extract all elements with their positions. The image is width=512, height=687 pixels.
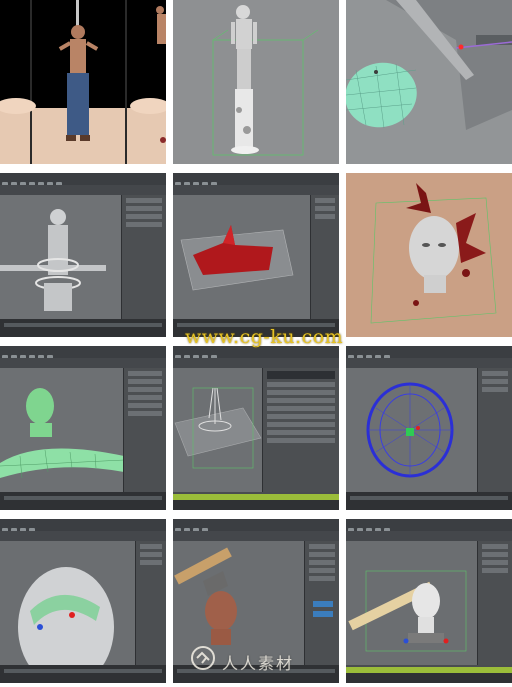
blue-head-wire-image xyxy=(346,368,478,492)
attribute-panel[interactable] xyxy=(477,368,512,492)
bat-head-image xyxy=(346,541,478,665)
red-fluid-image xyxy=(173,195,311,319)
shelf-bar xyxy=(346,358,512,368)
tile-arm-wireframe-close[interactable] xyxy=(346,0,512,164)
site-watermark: www.cg-ku.com xyxy=(185,326,344,348)
sim-body-falling-image xyxy=(173,0,339,164)
shelf-bar xyxy=(173,531,339,541)
viewport[interactable] xyxy=(346,368,478,492)
shelf-bar xyxy=(173,358,339,368)
timeline[interactable] xyxy=(0,319,166,337)
green-body-image xyxy=(0,368,125,492)
viewport[interactable] xyxy=(346,541,478,665)
arm-wireframe-image xyxy=(346,0,512,164)
timeline[interactable] xyxy=(0,665,166,683)
tile-maya-red-fluid[interactable] xyxy=(173,173,339,337)
shelf-bar xyxy=(0,185,166,195)
tile-sim-body-falling[interactable] xyxy=(173,0,339,164)
viewport[interactable] xyxy=(0,195,122,319)
tile-render-head-splash[interactable] xyxy=(346,173,512,337)
shelf-bar xyxy=(346,531,512,541)
timeline[interactable] xyxy=(346,492,512,510)
tile-maya-bat-head[interactable] xyxy=(346,519,512,683)
tile-maya-blue-head-wire[interactable] xyxy=(346,346,512,510)
shelf-bar xyxy=(0,358,166,368)
fluid-emitter-image xyxy=(173,368,263,492)
tile-maya-green-body[interactable] xyxy=(0,346,166,510)
tile-maya-fluid-panel[interactable] xyxy=(173,346,339,510)
bald-head-image xyxy=(0,541,136,683)
timeline[interactable] xyxy=(173,500,339,510)
apply-button[interactable] xyxy=(313,601,333,607)
body-chains-image xyxy=(0,195,122,319)
viewport[interactable] xyxy=(173,195,311,319)
attribute-panel[interactable] xyxy=(135,541,166,665)
render-man-hanging-image xyxy=(0,0,166,164)
attribute-panel[interactable] xyxy=(123,368,166,492)
shelf-bar xyxy=(173,185,339,195)
close-button[interactable] xyxy=(313,611,333,617)
tile-maya-bald-head-green[interactable] xyxy=(0,519,166,683)
logo-text: 人人素材 xyxy=(222,654,295,673)
fluid-attribute-editor[interactable] xyxy=(262,368,339,492)
timeline[interactable] xyxy=(346,673,512,683)
head-splash-image xyxy=(346,173,512,337)
attribute-panel[interactable] xyxy=(121,195,166,319)
tile-render-man-hanging[interactable] xyxy=(0,0,166,164)
channel-box[interactable] xyxy=(310,195,339,319)
shelf-bar xyxy=(0,531,166,541)
tile-maya-body-chains[interactable] xyxy=(0,173,166,337)
viewport[interactable] xyxy=(173,368,263,492)
viewport[interactable] xyxy=(0,541,136,683)
viewport[interactable] xyxy=(0,368,125,492)
attribute-panel[interactable] xyxy=(477,541,512,665)
timeline[interactable] xyxy=(0,492,166,510)
